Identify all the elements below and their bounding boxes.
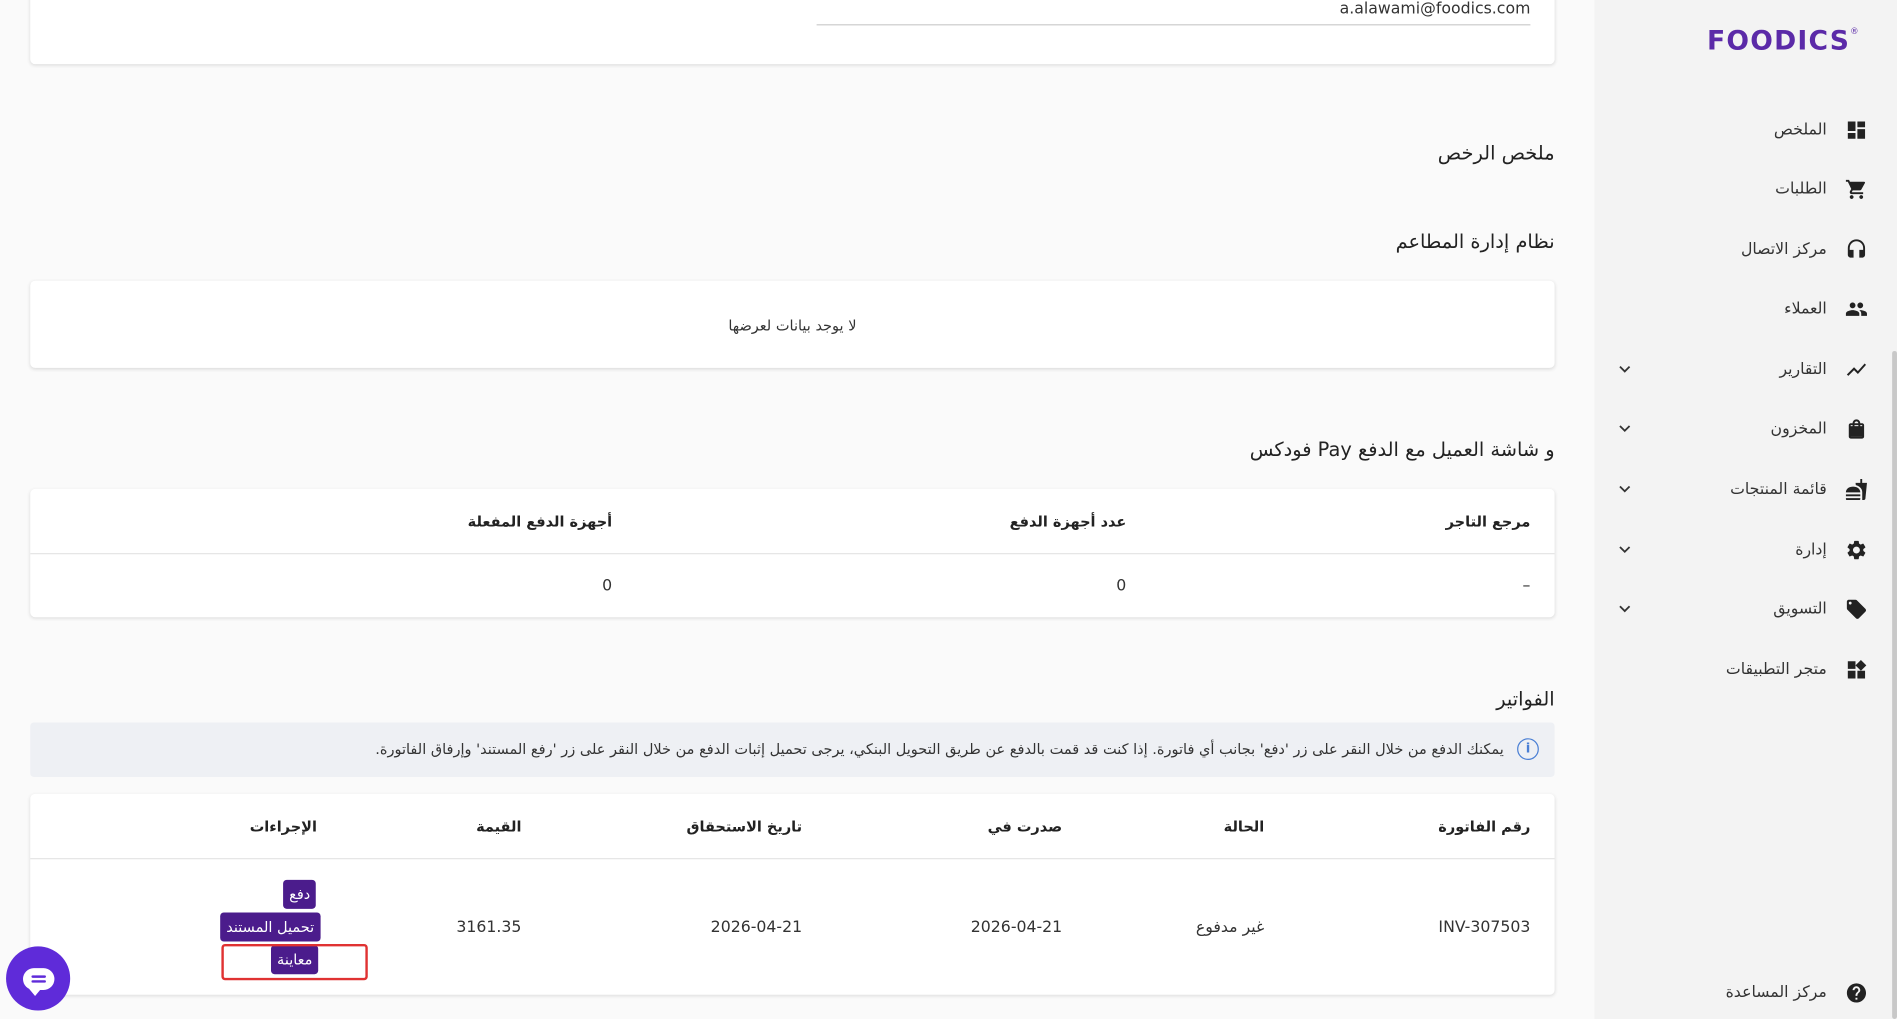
sidebar-item-summary[interactable]: الملخص xyxy=(1614,115,1868,144)
menu-food-icon xyxy=(1844,477,1868,501)
dashboard-icon xyxy=(1844,117,1868,141)
sidebar-item-products-menu[interactable]: قائمة المنتجات xyxy=(1614,474,1868,503)
gear-icon xyxy=(1844,537,1868,561)
invoices-title: الفواتير xyxy=(1496,687,1555,711)
sidebar-item-label: الطلبات xyxy=(1775,179,1827,198)
account-email: a.alawami@foodics.com xyxy=(1339,0,1531,19)
sidebar-item-marketing[interactable]: التسويق xyxy=(1614,594,1868,623)
sidebar-item-inventory[interactable]: المخزون xyxy=(1614,414,1868,443)
chat-icon-line xyxy=(30,979,46,983)
sidebar-item-label: العملاء xyxy=(1784,299,1827,318)
restaurant-system-card: لا يوجد بيانات لعرضها xyxy=(30,280,1555,368)
table-header-invoice-number: رقم الفاتورة xyxy=(1438,818,1531,836)
device-count-value: 0 xyxy=(1116,577,1127,596)
sidebar-item-label: المخزون xyxy=(1770,419,1827,438)
invoice-number: INV-307503 xyxy=(1438,918,1531,937)
sidebar-item-orders[interactable]: الطلبات xyxy=(1614,174,1868,203)
page: FOODICS® الملخص الطلبات مركز الاتصال الع… xyxy=(0,0,1897,1019)
logo-mark: ® xyxy=(1850,26,1860,37)
apps-icon xyxy=(1844,657,1868,681)
preview-highlight-box xyxy=(221,943,368,981)
foodics-pay-table: مرجع التاجر عدد أجهزة الدفع أجهزة الدفع … xyxy=(30,488,1555,618)
table-header-due-date: تاريخ الاستحقاق xyxy=(686,818,803,836)
sidebar-item-reports[interactable]: التقارير xyxy=(1614,355,1868,384)
sidebar-item-label: التقارير xyxy=(1779,360,1827,379)
headset-icon xyxy=(1844,237,1868,261)
tag-icon xyxy=(1844,597,1868,621)
chevron-down-icon[interactable] xyxy=(1614,358,1636,380)
pay-button[interactable]: دفع xyxy=(283,879,317,909)
active-devices-value: 0 xyxy=(602,577,613,596)
invoices-info-alert: i يمكنك الدفع من خلال النقر على زر 'دفع'… xyxy=(30,722,1555,777)
table-header-active-devices: أجهزة الدفع المفعلة xyxy=(467,513,613,531)
sidebar-item-app-store[interactable]: متجر التطبيقات xyxy=(1614,655,1868,684)
sidebar-item-customers[interactable]: العملاء xyxy=(1614,294,1868,323)
invoice-amount: 3161.35 xyxy=(456,918,522,937)
sidebar-item-label: التسويق xyxy=(1773,599,1827,618)
sidebar-item-label: إدارة xyxy=(1795,540,1827,559)
table-header-status: الحالة xyxy=(1223,818,1265,836)
foodics-logo[interactable]: FOODICS® xyxy=(1707,27,1860,57)
help-icon xyxy=(1844,980,1868,1004)
table-header-amount: القيمة xyxy=(476,818,522,836)
cart-icon xyxy=(1844,177,1868,201)
merchant-ref-value: – xyxy=(1522,577,1531,596)
invoice-status: غير مدفوع xyxy=(1195,918,1265,937)
chat-icon xyxy=(22,967,54,996)
table-header-device-count: عدد أجهزة الدفع xyxy=(1009,513,1127,531)
foodics-pay-title: فودكس Pay و شاشة العميل مع الدفع xyxy=(1249,438,1555,462)
sidebar-help-center[interactable]: مركز المساعدة xyxy=(1614,978,1868,1007)
email-underline xyxy=(816,24,1531,26)
info-icon: i xyxy=(1517,738,1539,761)
sidebar-item-label: الملخص xyxy=(1773,120,1827,139)
table-header-issued: صدرت في xyxy=(987,818,1063,836)
sidebar-item-label: قائمة المنتجات xyxy=(1730,479,1827,498)
download-document-button[interactable]: تحميل المستند xyxy=(220,912,321,942)
trending-icon xyxy=(1844,357,1868,381)
sidebar-item-management[interactable]: إدارة xyxy=(1614,535,1868,564)
chat-support-button[interactable] xyxy=(6,946,71,1011)
empty-state-text: لا يوجد بيانات لعرضها xyxy=(728,317,857,335)
table-header-merchant-ref: مرجع التاجر xyxy=(1445,513,1531,531)
bag-icon xyxy=(1844,416,1868,440)
table-divider xyxy=(30,553,1555,555)
chevron-down-icon[interactable] xyxy=(1614,418,1636,440)
help-center-label: مركز المساعدة xyxy=(1725,983,1827,1002)
chevron-down-icon[interactable] xyxy=(1614,478,1636,500)
logo-text: FOODICS xyxy=(1707,26,1851,57)
chat-icon-line xyxy=(30,974,46,978)
sidebar-item-label: مركز الاتصال xyxy=(1740,240,1827,259)
restaurant-system-title: نظام إدارة المطاعم xyxy=(1395,229,1555,253)
invoices-info-text: يمكنك الدفع من خلال النقر على زر 'دفع' ب… xyxy=(375,740,1504,758)
invoice-issued-date: 2026-04-21 xyxy=(970,918,1063,937)
table-header-actions: الإجراءات xyxy=(249,818,317,836)
sidebar: FOODICS® الملخص الطلبات مركز الاتصال الع… xyxy=(1594,0,1897,1019)
licenses-summary-title: ملخص الرخص xyxy=(1437,141,1555,165)
table-divider xyxy=(30,858,1555,860)
chevron-down-icon[interactable] xyxy=(1614,598,1636,620)
chevron-down-icon[interactable] xyxy=(1614,539,1636,561)
sidebar-item-label: متجر التطبيقات xyxy=(1725,660,1827,679)
sidebar-scrollbar[interactable] xyxy=(1892,350,1897,1019)
sidebar-item-call-center[interactable]: مركز الاتصال xyxy=(1614,235,1868,264)
invoice-due-date: 2026-04-21 xyxy=(710,918,803,937)
account-card: a.alawami@foodics.com xyxy=(30,0,1555,65)
people-icon xyxy=(1844,296,1868,320)
